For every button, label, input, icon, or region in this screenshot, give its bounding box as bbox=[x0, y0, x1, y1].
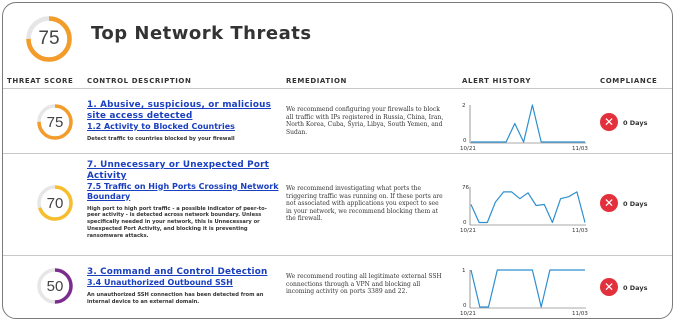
row-divider bbox=[3, 153, 672, 154]
alert-history-chart: 76 0 10/21 11/03 bbox=[460, 185, 588, 234]
control-detail-text: High port to high port traffic - a possi… bbox=[87, 205, 267, 239]
x-circle-icon: ✕ bbox=[600, 194, 618, 212]
threat-score-ring: 70 bbox=[36, 184, 74, 222]
chart-x-end-label: 11/03 bbox=[572, 228, 588, 234]
control-title-link[interactable]: 1. Abusive, suspicious, or malicious sit… bbox=[87, 100, 279, 121]
threat-score-value: 75 bbox=[46, 113, 64, 131]
column-header-control-description: CONTROL DESCRIPTION bbox=[87, 77, 192, 85]
control-description: 1. Abusive, suspicious, or malicious sit… bbox=[87, 100, 279, 142]
chart-y-max-label: 2 bbox=[462, 103, 466, 109]
alert-history-line bbox=[470, 269, 585, 308]
control-description: 7. Unnecessary or Unexpected Port Activi… bbox=[87, 160, 279, 239]
chart-x-start-label: 10/21 bbox=[460, 228, 476, 234]
remediation-text: We recommend configuring your firewalls … bbox=[286, 106, 444, 136]
chart-y-min-label: 0 bbox=[463, 138, 467, 144]
control-detail-text: Detect traffic to countries blocked by y… bbox=[87, 135, 235, 142]
x-circle-icon: ✕ bbox=[600, 113, 618, 131]
remediation-text: We recommend routing all legitimate exte… bbox=[286, 273, 442, 296]
control-title-link[interactable]: 3. Command and Control Detection bbox=[87, 267, 279, 278]
column-header-remediation: REMEDIATION bbox=[286, 77, 347, 85]
alert-history-chart: 2 0 10/21 11/03 bbox=[460, 103, 588, 152]
column-header-compliance: COMPLIANCE bbox=[600, 77, 658, 85]
control-description: 3. Command and Control Detection 3.4 Una… bbox=[87, 267, 279, 306]
remediation-text: We recommend investigating what ports th… bbox=[286, 185, 443, 223]
chart-y-min-label: 0 bbox=[463, 303, 467, 309]
header-divider bbox=[3, 88, 672, 89]
column-header-alert-history: ALERT HISTORY bbox=[462, 77, 532, 85]
control-subtitle-link[interactable]: 3.4 Unauthorized Outbound SSH bbox=[87, 278, 279, 288]
chart-x-start-label: 10/21 bbox=[460, 146, 476, 152]
chart-y-max-label: 76 bbox=[462, 185, 469, 191]
x-circle-icon: ✕ bbox=[600, 278, 618, 296]
threats-panel: 75 Top Network Threats THREAT SCORE CONT… bbox=[2, 2, 673, 319]
chart-x-end-label: 11/03 bbox=[572, 146, 588, 152]
column-header-threat-score: THREAT SCORE bbox=[7, 77, 74, 85]
threat-score-ring: 75 bbox=[36, 103, 74, 141]
header-score-value: 75 bbox=[38, 28, 60, 49]
control-subtitle-link[interactable]: 1.2 Activity to Blocked Countries bbox=[87, 122, 279, 132]
compliance-days: 0 Days bbox=[623, 200, 648, 208]
threat-score-value: 50 bbox=[46, 277, 64, 295]
alert-history-line bbox=[471, 104, 585, 143]
threat-score-ring: 50 bbox=[36, 267, 74, 305]
chart-y-min-label: 0 bbox=[463, 220, 467, 226]
control-title-link[interactable]: 7. Unnecessary or Unexpected Port Activi… bbox=[87, 160, 279, 181]
compliance-days: 0 Days bbox=[623, 119, 648, 127]
chart-x-end-label: 11/03 bbox=[572, 311, 588, 317]
chart-x-start-label: 10/21 bbox=[460, 311, 476, 317]
control-detail-text: An unauthorized SSH connection has been … bbox=[87, 292, 264, 305]
header-score-ring: 75 bbox=[25, 15, 73, 63]
chart-y-max-label: 1 bbox=[462, 268, 466, 274]
control-subtitle-link[interactable]: 7.5 Traffic on High Ports Crossing Netwo… bbox=[87, 182, 279, 202]
page-title: Top Network Threats bbox=[91, 23, 312, 44]
alert-history-chart: 1 0 10/21 11/03 bbox=[460, 268, 588, 317]
alert-history-line bbox=[470, 191, 586, 224]
row-divider bbox=[3, 255, 672, 256]
threat-score-value: 70 bbox=[46, 194, 64, 212]
compliance-days: 0 Days bbox=[623, 284, 648, 292]
